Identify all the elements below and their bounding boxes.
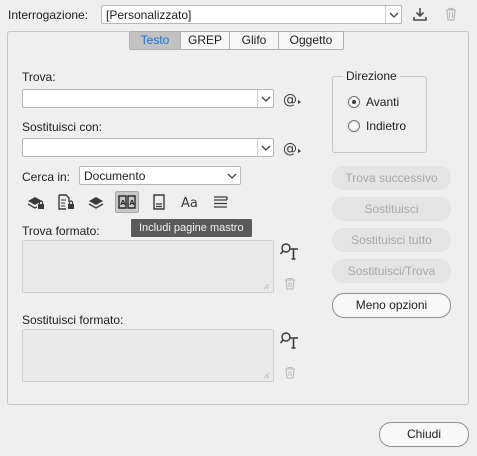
resize-grip-icon <box>264 373 270 379</box>
search-in-value: Documento <box>84 169 146 183</box>
tab-bar: Testo GREP Glifo Oggetto <box>129 31 344 50</box>
replace-label: Sostituisci con: <box>22 120 103 134</box>
include-locked-stories-icon[interactable] <box>56 192 76 212</box>
svg-text:@: @ <box>283 141 297 156</box>
tab-testo[interactable]: Testo <box>129 31 181 50</box>
query-label: Interrogazione: <box>8 8 89 22</box>
specify-replace-format-icon[interactable] <box>280 330 300 350</box>
chevron-down-icon[interactable] <box>257 139 273 156</box>
search-in-dropdown[interactable]: Documento <box>79 166 241 185</box>
search-in-label: Cerca in: <box>22 170 71 184</box>
find-format-box[interactable] <box>22 240 274 293</box>
svg-text:A: A <box>120 199 126 207</box>
svg-text:A: A <box>129 199 135 207</box>
find-format-label: Trova formato: <box>22 224 100 238</box>
replace-all-button[interactable]: Sostituisci tutto <box>332 228 451 252</box>
query-dropdown[interactable]: [Personalizzato] <box>101 5 402 24</box>
tab-grep[interactable]: GREP <box>181 31 230 50</box>
specify-find-format-icon[interactable] <box>280 241 300 261</box>
case-sensitive-icon[interactable]: Aa <box>179 192 203 212</box>
include-locked-layers-icon[interactable] <box>26 192 46 212</box>
find-label: Trova: <box>22 70 56 84</box>
replace-format-label: Sostituisci formato: <box>22 313 124 327</box>
find-input[interactable] <box>22 89 274 108</box>
replace-button[interactable]: Sostituisci <box>332 197 451 221</box>
save-query-icon[interactable] <box>410 4 430 24</box>
resize-grip-icon <box>264 284 270 290</box>
tooltip: Includi pagine mastro <box>131 219 252 237</box>
radio-backward-label: Indietro <box>366 119 407 133</box>
tab-oggetto[interactable]: Oggetto <box>279 31 344 50</box>
direction-group <box>332 76 427 153</box>
clear-replace-format-icon[interactable] <box>280 362 300 382</box>
close-button[interactable]: Chiudi <box>379 422 469 447</box>
at-special-chars-icon[interactable]: @ <box>282 89 302 109</box>
tab-glifo[interactable]: Glifo <box>230 31 279 50</box>
radio-backward[interactable]: Indietro <box>348 119 406 133</box>
replace-find-button[interactable]: Sostituisci/Trova <box>332 259 451 283</box>
replace-format-box[interactable] <box>22 329 274 382</box>
radio-button[interactable] <box>348 96 360 108</box>
svg-text:Aa: Aa <box>181 196 198 210</box>
fewer-options-button[interactable]: Meno opzioni <box>332 293 451 318</box>
chevron-down-icon <box>224 167 240 184</box>
radio-forward-label: Avanti <box>366 95 400 109</box>
chevron-down-icon[interactable] <box>257 90 273 107</box>
include-hidden-layers-icon[interactable] <box>86 192 106 212</box>
direction-legend: Direzione <box>343 69 400 83</box>
include-master-pages-icon[interactable]: A A <box>115 191 139 213</box>
replace-input[interactable] <box>22 138 274 157</box>
trash-icon[interactable] <box>441 4 461 24</box>
at-special-chars-icon[interactable]: @ <box>282 138 302 158</box>
clear-find-format-icon[interactable] <box>280 273 300 293</box>
include-footnotes-icon[interactable] <box>149 192 169 212</box>
radio-button[interactable] <box>348 120 360 132</box>
svg-text:@: @ <box>283 92 297 107</box>
chevron-down-icon <box>385 6 401 23</box>
find-next-button[interactable]: Trova successivo <box>332 166 451 190</box>
whole-word-icon[interactable] <box>211 192 231 212</box>
query-value: [Personalizzato] <box>106 8 192 22</box>
radio-forward[interactable]: Avanti <box>348 95 399 109</box>
